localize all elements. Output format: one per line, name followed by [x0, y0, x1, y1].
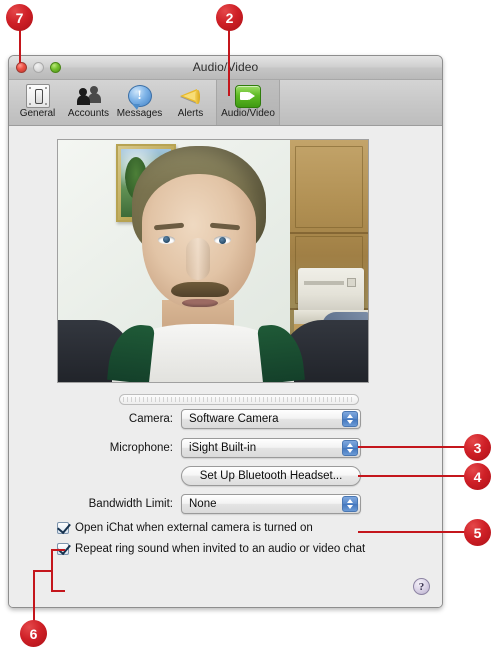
audio-video-icon	[235, 83, 261, 108]
toolbar-tab-messages[interactable]: ! Messages	[114, 80, 165, 125]
messages-icon: !	[127, 83, 153, 110]
callout-4-leader	[358, 475, 466, 477]
preferences-window: Audio/Video General Accounts ! Messages …	[8, 55, 443, 608]
microphone-popup[interactable]: iSight Built-in	[181, 438, 361, 458]
screenshot-root: 7 2 3 4 5 6 Audio/Video General Accounts…	[0, 0, 500, 654]
toolbar-tab-general-label: General	[19, 108, 56, 119]
video-preview[interactable]	[57, 139, 369, 383]
toolbar-tab-alerts-label: Alerts	[177, 108, 204, 119]
camera-row: Camera: Software Camera	[57, 409, 361, 429]
alerts-icon	[178, 83, 204, 107]
chevron-updown-icon	[342, 440, 358, 456]
microphone-popup-value: iSight Built-in	[189, 442, 257, 454]
checkbox-repeat-ring-row[interactable]: Repeat ring sound when invited to an aud…	[57, 540, 366, 556]
window-titlebar: Audio/Video	[9, 56, 442, 80]
callout-5-leader	[358, 531, 466, 533]
video-preview-image	[58, 140, 368, 382]
preferences-content: Camera: Software Camera Microphone: iSig…	[9, 126, 442, 607]
toolbar-tab-audio-video-label: Audio/Video	[221, 108, 275, 119]
toolbar-tab-accounts-label: Accounts	[67, 108, 110, 119]
bluetooth-row: Set Up Bluetooth Headset...	[57, 466, 361, 486]
accounts-icon	[76, 83, 102, 107]
callout-3-leader	[358, 446, 466, 448]
checkbox-repeat-ring-label: Repeat ring sound when invited to an aud…	[75, 543, 366, 555]
callout-badge-7: 7	[6, 4, 33, 31]
chevron-updown-icon	[342, 411, 358, 427]
general-icon	[25, 83, 51, 108]
callout-badge-4: 4	[464, 463, 491, 490]
set-up-bluetooth-headset-button[interactable]: Set Up Bluetooth Headset...	[181, 466, 361, 486]
checkbox-open-ichat-label: Open iChat when external camera is turne…	[75, 522, 313, 534]
window-title: Audio/Video	[192, 60, 259, 74]
callout-badge-2: 2	[216, 4, 243, 31]
camera-popup[interactable]: Software Camera	[181, 409, 361, 429]
callout-6-bracket	[51, 549, 65, 592]
toolbar-tab-alerts[interactable]: Alerts	[165, 80, 216, 125]
checkbox-open-ichat[interactable]	[57, 519, 71, 535]
preferences-toolbar: General Accounts ! Messages Alerts Audio…	[9, 80, 442, 126]
microphone-row: Microphone: iSight Built-in	[57, 438, 361, 458]
callout-badge-3: 3	[464, 434, 491, 461]
grip-hatching	[123, 397, 355, 402]
callout-2-leader	[228, 24, 230, 96]
toolbar-tab-audio-video[interactable]: Audio/Video	[216, 80, 280, 125]
bandwidth-popup[interactable]: None	[181, 494, 361, 514]
bandwidth-popup-value: None	[189, 498, 217, 510]
chevron-updown-icon	[342, 496, 358, 512]
camera-popup-value: Software Camera	[189, 413, 279, 425]
microphone-label: Microphone:	[109, 442, 173, 454]
checkbox-open-ichat-row[interactable]: Open iChat when external camera is turne…	[57, 519, 313, 535]
toolbar-tab-accounts[interactable]: Accounts	[63, 80, 114, 125]
help-button[interactable]: ?	[413, 578, 430, 595]
bandwidth-row: Bandwidth Limit: None	[57, 494, 361, 514]
toolbar-tab-general[interactable]: General	[12, 80, 63, 125]
camera-label: Camera:	[128, 413, 173, 425]
video-grip-slider[interactable]	[119, 394, 359, 405]
callout-badge-5: 5	[464, 519, 491, 546]
callout-badge-6: 6	[20, 620, 47, 647]
callout-6-leader-h	[33, 570, 53, 572]
bandwidth-label: Bandwidth Limit:	[88, 498, 173, 510]
